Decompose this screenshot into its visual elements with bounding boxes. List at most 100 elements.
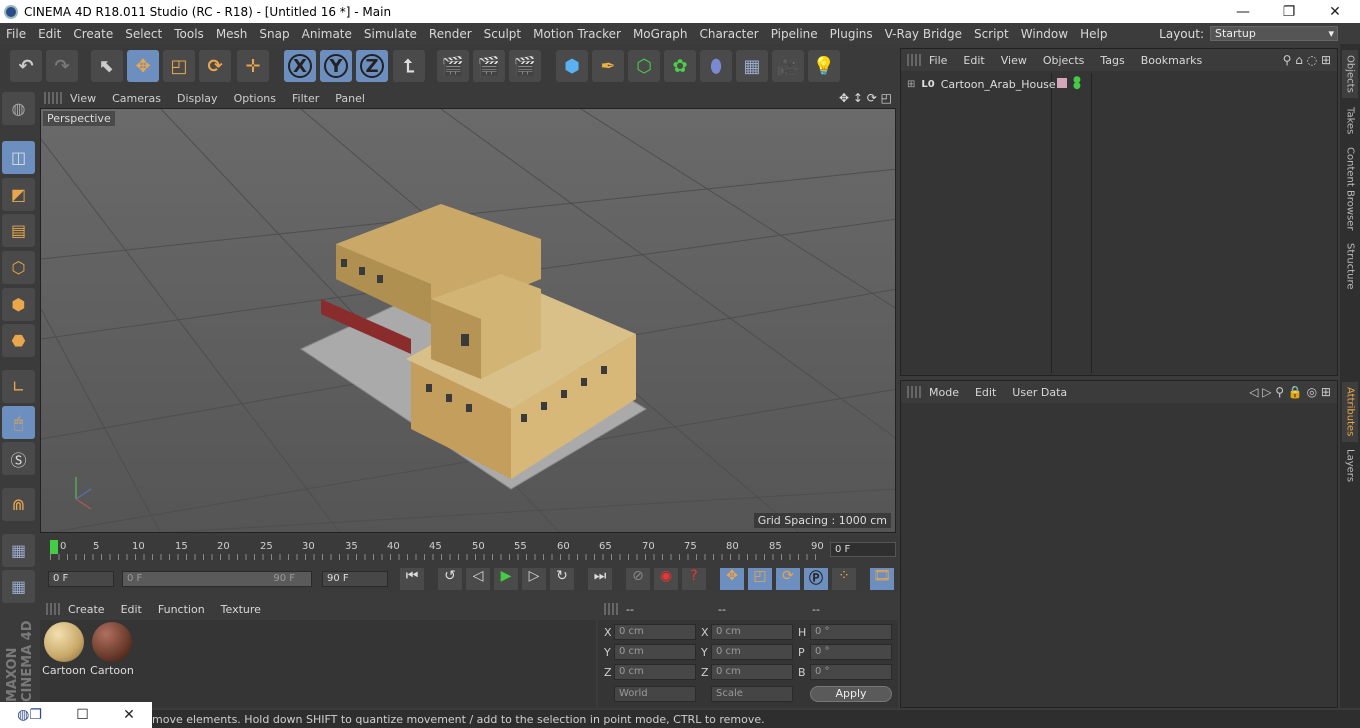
start-frame-field[interactable]: 0 F [48,571,114,587]
attribute-menu-edit[interactable]: Edit [967,386,1004,399]
material-menu-edit[interactable]: Edit [113,603,150,616]
texture-icon[interactable]: ◩ [2,178,35,211]
object-menu-view[interactable]: View [993,54,1035,67]
menu-simulate[interactable]: Simulate [358,27,423,41]
render-settings-icon[interactable]: 🎬 [509,50,541,82]
viewport-menu-display[interactable]: Display [169,92,226,105]
menu-character[interactable]: Character [693,27,764,41]
render-view-icon[interactable]: 🎬 [437,50,469,82]
timeline-playhead[interactable] [50,540,58,554]
viewport-nav-icons[interactable]: ✥ ↕ ⟳ ◰ [839,91,892,105]
move-icon[interactable]: ✥ [127,50,159,82]
rotation-p-field[interactable]: 0 ° [810,644,892,660]
record-keys-icon[interactable]: ⊘ [626,568,650,590]
axis-icon[interactable]: ∟ [2,370,35,403]
points-icon[interactable]: ⬡ [2,251,35,284]
menu-select[interactable]: Select [119,27,168,41]
window-close-icon[interactable]: ✕ [123,707,135,723]
transform-icon[interactable]: ✛ [237,50,269,82]
deformer-icon[interactable]: ⬮ [700,50,732,82]
attribute-nav-icons[interactable]: ◁ ▷ ⚲ 🔒 ◎ ⊞ [1249,385,1331,399]
viewport-menu-filter[interactable]: Filter [284,92,327,105]
solo-icon[interactable]: Ⓢ [2,442,35,475]
menu-plugins[interactable]: Plugins [824,27,879,41]
material-menu-create[interactable]: Create [60,603,113,616]
undo-icon[interactable]: ↶ [10,50,42,82]
material-menu-function[interactable]: Function [150,603,213,616]
cube-icon[interactable]: ⬢ [556,50,588,82]
menu-file[interactable]: File [0,27,32,41]
axis-z-button[interactable]: Z [356,50,388,82]
menu-mograph[interactable]: MoGraph [627,27,694,41]
restore-icon[interactable]: ❐ [1266,0,1312,23]
viewport-menu-cameras[interactable]: Cameras [104,92,169,105]
next-frame-icon[interactable]: ▷ [522,568,546,590]
object-search-icon[interactable]: ⚲ ⌂ ◌ ⊞ [1283,53,1331,67]
tab-structure[interactable]: Structure [1342,238,1358,294]
layer-color-swatch[interactable] [1057,78,1067,88]
expand-icon[interactable]: ⊞ [907,79,915,90]
menu-mesh[interactable]: Mesh [210,27,254,41]
object-menu-objects[interactable]: Objects [1035,54,1093,67]
edges-icon[interactable]: ⬢ [2,288,35,321]
object-menu-tags[interactable]: Tags [1092,54,1132,67]
camera-icon[interactable]: 🎥 [772,50,804,82]
layout-dropdown[interactable]: Startup [1210,26,1338,41]
object-menu-edit[interactable]: Edit [955,54,992,67]
tab-attributes[interactable]: Attributes [1342,382,1358,442]
go-to-end-icon[interactable]: ⏭ [588,568,612,590]
play-icon[interactable]: ▶ [494,568,518,590]
material-swatch[interactable]: Cartoon [90,622,134,678]
scale-icon[interactable]: ◰ [163,50,195,82]
tab-content-browser[interactable]: Content Browser [1342,144,1358,234]
go-to-start-icon[interactable]: ⏮ [400,568,424,590]
close-icon[interactable]: ✕ [1312,0,1358,23]
coordinate-system-icon[interactable]: ⮤ [393,50,425,82]
apply-button[interactable]: Apply [810,686,892,702]
polygons-icon[interactable]: ⬣ [2,324,35,357]
film-icon[interactable]: 🎞 [870,568,894,590]
tab-takes[interactable]: Takes [1342,102,1358,140]
live-selection-icon[interactable]: ⬉ [91,50,123,82]
minimize-icon[interactable]: — [1220,0,1266,23]
key-help-icon[interactable]: ? [682,568,706,590]
end-frame-field[interactable]: 90 F [322,571,388,587]
viewport[interactable]: Perspective Grid Spacing : 1000 cm [40,108,896,533]
cloner-icon[interactable]: ✿ [664,50,696,82]
workplane-lock-icon[interactable]: ▦ [2,534,35,567]
rotation-b-field[interactable]: 0 ° [810,664,892,680]
key-position-icon[interactable]: ✥ [720,568,744,590]
position-x-field[interactable]: 0 cm [614,624,696,640]
object-menu-bookmarks[interactable]: Bookmarks [1133,54,1210,67]
subdivision-icon[interactable]: ⬡ [628,50,660,82]
pen-icon[interactable]: ✒ [592,50,624,82]
app-window-icon[interactable]: ◍❐ [17,707,42,723]
attribute-menu-mode[interactable]: Mode [921,386,967,399]
model-mode-icon[interactable]: ◍ [2,92,35,125]
menu-window[interactable]: Window [1015,27,1074,41]
object-menu-file[interactable]: File [921,54,955,67]
visibility-dots-icon[interactable]: ● ● [1073,76,1081,91]
previous-key-icon[interactable]: ↺ [438,568,462,590]
key-scale-icon[interactable]: ◰ [748,568,772,590]
size-y-field[interactable]: 0 cm [711,644,793,660]
snap-icon[interactable]: ▦ [2,570,35,603]
key-pla-icon[interactable]: ⁘ [832,568,856,590]
render-picture-viewer-icon[interactable]: 🎬 [473,50,505,82]
minimized-window[interactable]: ◍❐ ☐ ✕ [0,702,152,728]
viewport-menu-view[interactable]: View [62,92,104,105]
position-z-field[interactable]: 0 cm [614,664,696,680]
menu-vray-bridge[interactable]: V-Ray Bridge [879,27,968,41]
auto-key-icon[interactable]: ◉ [654,568,678,590]
menu-pipeline[interactable]: Pipeline [765,27,824,41]
key-parameter-icon[interactable]: Ⓟ [804,568,828,590]
material-swatch[interactable]: Cartoon [42,622,86,678]
menu-script[interactable]: Script [968,27,1015,41]
coordinate-mode-dropdown[interactable]: World [614,686,696,702]
viewport-menu-options[interactable]: Options [226,92,284,105]
menu-render[interactable]: Render [423,27,478,41]
menu-snap[interactable]: Snap [253,27,295,41]
current-frame-field[interactable]: 0 F [830,542,896,557]
size-x-field[interactable]: 0 cm [711,624,793,640]
tweak-icon[interactable]: 🖱 [2,406,35,439]
